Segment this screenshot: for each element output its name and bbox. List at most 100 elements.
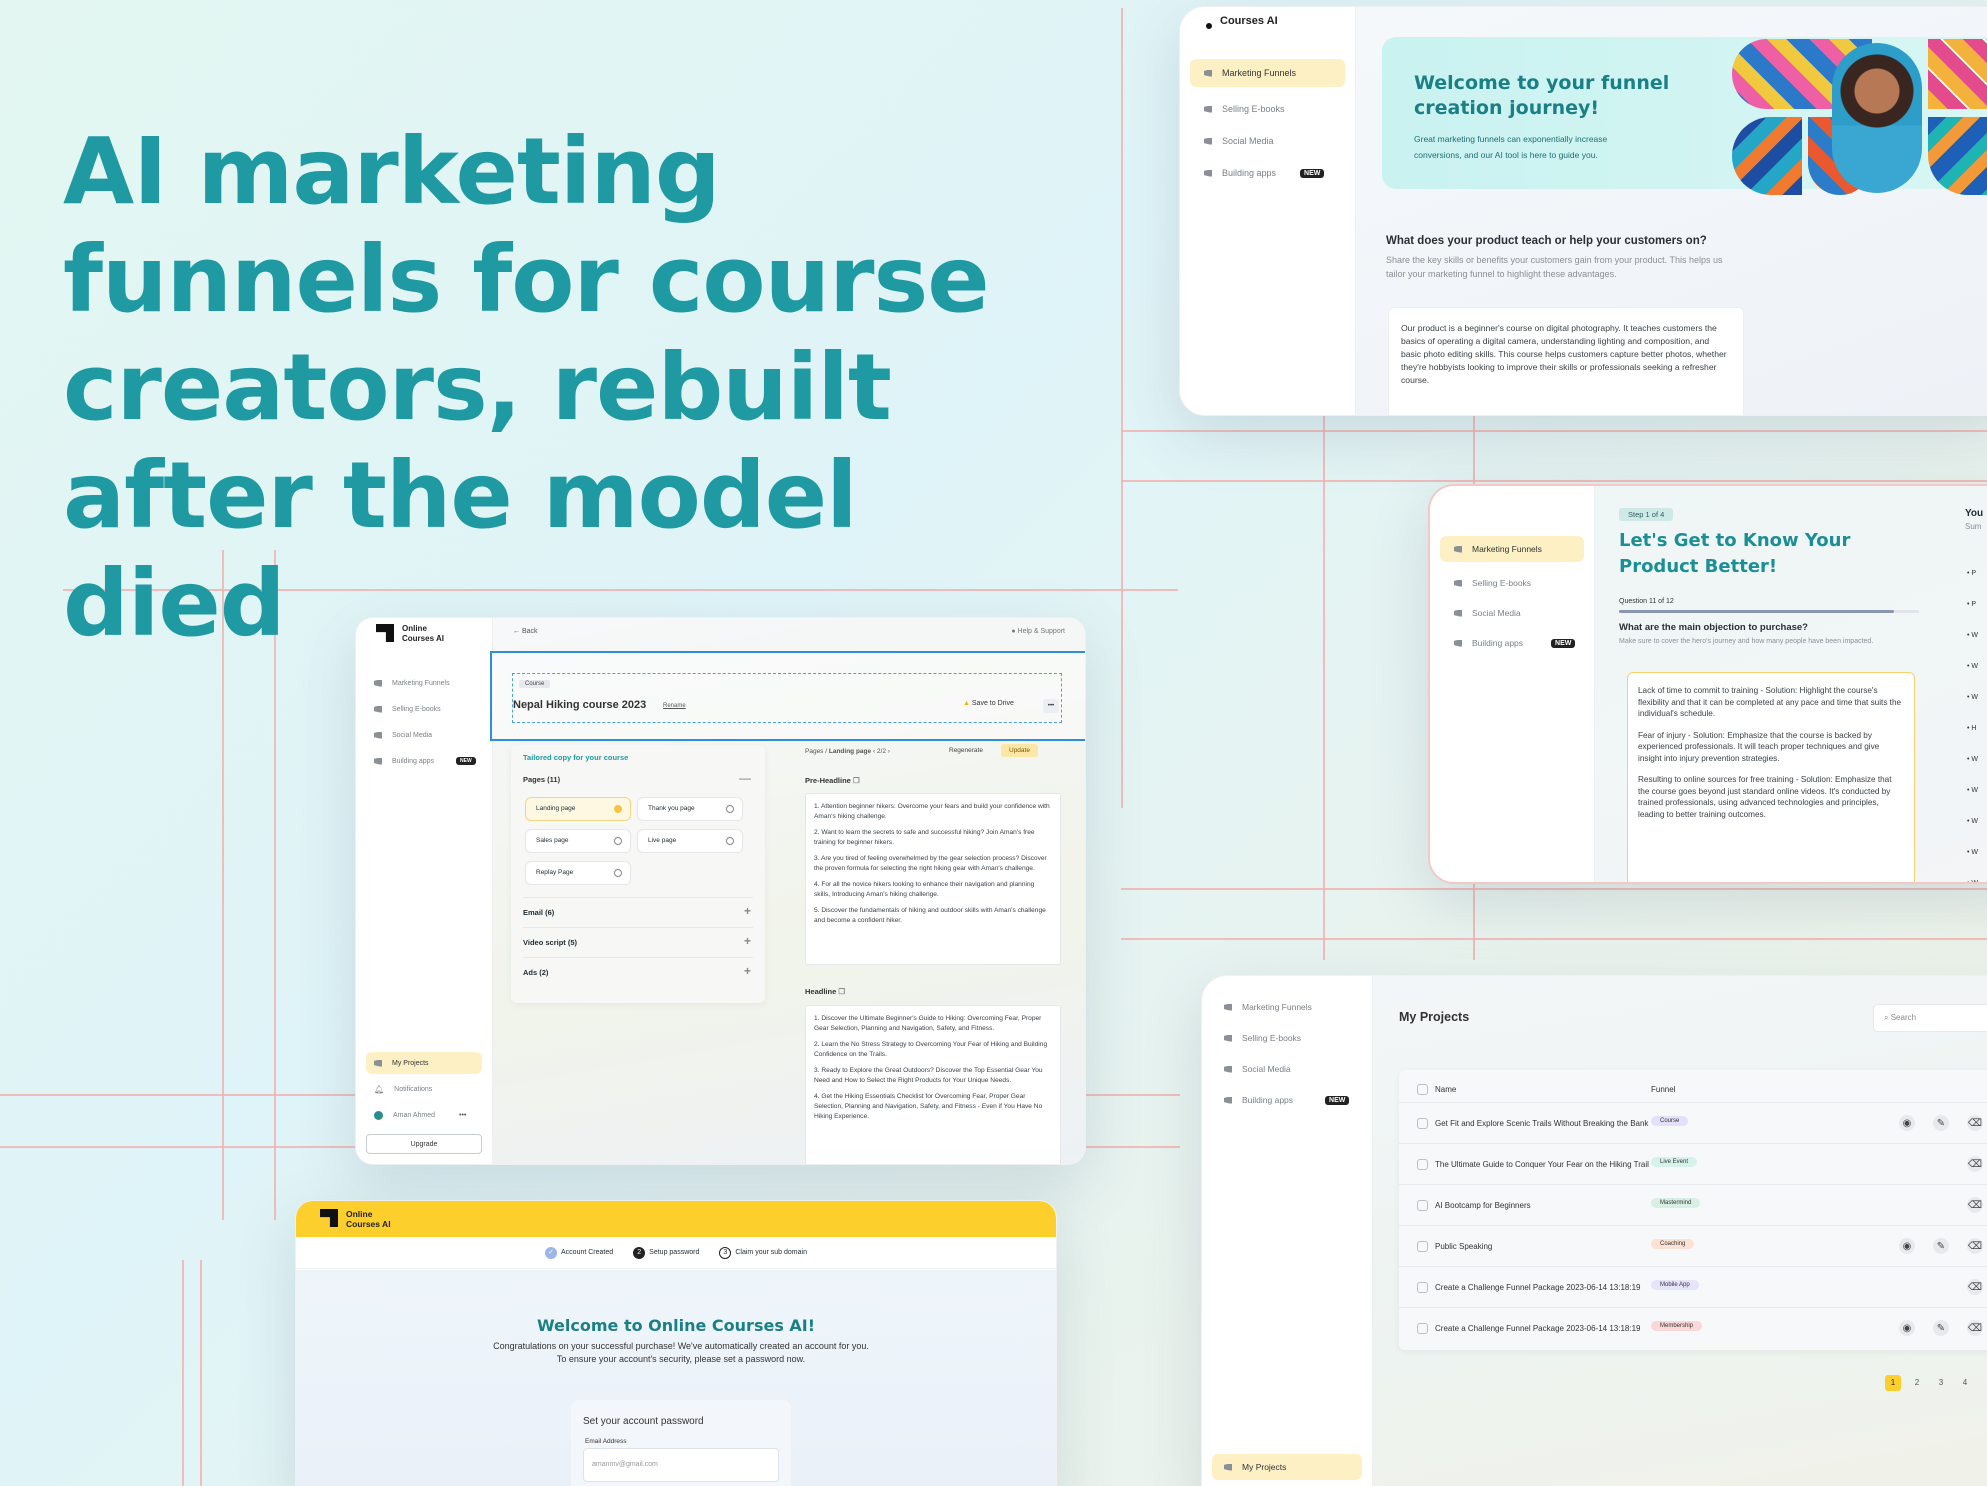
sidebar-item-marketing-funnels[interactable]: Marketing Funnels: [366, 674, 482, 692]
regenerate-button[interactable]: Regenerate: [943, 744, 989, 757]
brand-logo: Courses AI: [1206, 15, 1278, 29]
delete-icon[interactable]: ⌫: [1967, 1197, 1983, 1213]
pre-headline-box[interactable]: 1. Attention beginner hikers: Overcome y…: [805, 793, 1061, 965]
preview-icon[interactable]: ◉: [1899, 1320, 1915, 1336]
sidebar-item-marketing-funnels[interactable]: Marketing Funnels: [1212, 996, 1362, 1018]
sidebar-item-selling-ebooks[interactable]: Selling E-books: [366, 700, 482, 718]
preview-icon[interactable]: ◉: [1899, 1115, 1915, 1131]
section-email[interactable]: Email (6) +: [523, 897, 753, 923]
answer-textarea[interactable]: Our product is a beginner's course on di…: [1388, 307, 1744, 415]
help-link[interactable]: ● Help & Support: [1011, 628, 1065, 635]
megaphone-icon: [1454, 609, 1462, 617]
edit-icon[interactable]: ✎: [1933, 1320, 1949, 1336]
sidebar: Marketing Funnels Selling E-books Social…: [1430, 486, 1595, 882]
answer-paragraph: Lack of time to commit to training - Sol…: [1638, 686, 1902, 718]
headline-box[interactable]: 1. Discover the Ultimate Beginner's Guid…: [805, 1005, 1061, 1164]
answer-textarea[interactable]: Lack of time to commit to training - Sol…: [1627, 672, 1915, 882]
table-row[interactable]: The Ultimate Guide to Conquer Your Fear …: [1399, 1143, 1987, 1184]
page-card-live[interactable]: Live page: [637, 829, 743, 853]
save-to-drive-button[interactable]: ▲ Save to Drive: [963, 700, 1014, 707]
back-link[interactable]: ← Back: [513, 628, 538, 635]
copy-icon[interactable]: ❐: [838, 987, 845, 996]
edit-icon[interactable]: ✎: [1933, 1238, 1949, 1254]
search-input[interactable]: ⌕ Search: [1873, 1004, 1987, 1032]
copy-icon[interactable]: ❐: [853, 776, 860, 785]
sidebar-item-social-media[interactable]: Social Media: [1190, 129, 1345, 153]
row-checkbox[interactable]: [1417, 1118, 1428, 1129]
delete-icon[interactable]: ⌫: [1967, 1238, 1983, 1254]
page-card-thank-you[interactable]: Thank you page: [637, 797, 743, 821]
sidebar-item-label: Social Media: [1472, 608, 1521, 618]
page-title: My Projects: [1399, 1010, 1470, 1024]
table-row[interactable]: AI Bootcamp for Beginners Mastermind ⌫: [1399, 1184, 1987, 1225]
row-checkbox[interactable]: [1417, 1200, 1428, 1211]
summary-item: • H: [1967, 725, 1977, 732]
table-row[interactable]: Public Speaking Coaching ◉ ✎ ⌫: [1399, 1225, 1987, 1266]
more-icon[interactable]: •••: [459, 1112, 466, 1119]
delete-icon[interactable]: ⌫: [1967, 1279, 1983, 1295]
user-profile[interactable]: Aman Ahmed •••: [366, 1106, 482, 1124]
rename-link[interactable]: Rename: [663, 703, 686, 709]
update-button[interactable]: Update: [1001, 744, 1038, 757]
delete-icon[interactable]: ⌫: [1967, 1156, 1983, 1172]
sidebar-item-selling-ebooks[interactable]: Selling E-books: [1190, 97, 1345, 121]
breadcrumb-item[interactable]: Pages: [805, 748, 823, 755]
progress-track: [1619, 610, 1919, 613]
project-name: Create a Challenge Funnel Package 2023-0…: [1435, 1324, 1641, 1333]
sidebar-item-my-projects[interactable]: My Projects: [1212, 1454, 1362, 1480]
row-checkbox[interactable]: [1417, 1241, 1428, 1252]
delete-icon[interactable]: ⌫: [1967, 1115, 1983, 1131]
edit-icon[interactable]: ✎: [1933, 1115, 1949, 1131]
sidebar-item-building-apps[interactable]: Building apps NEW: [1440, 632, 1584, 654]
sidebar-item-building-apps[interactable]: Building apps NEW: [1190, 161, 1345, 185]
selected-radio-icon: [614, 805, 622, 813]
page-card-replay[interactable]: Replay Page: [525, 861, 631, 885]
more-options-button[interactable]: •••: [1043, 699, 1059, 713]
sidebar-item-marketing-funnels[interactable]: Marketing Funnels: [1190, 59, 1345, 87]
sidebar-item-social-media[interactable]: Social Media: [1440, 602, 1584, 624]
select-all-checkbox[interactable]: [1417, 1084, 1428, 1095]
sidebar-item-marketing-funnels[interactable]: Marketing Funnels: [1440, 536, 1584, 562]
page-card-landing[interactable]: Landing page: [525, 797, 631, 821]
plus-icon[interactable]: +: [744, 964, 751, 978]
sidebar-item-my-projects[interactable]: My Projects: [366, 1052, 482, 1074]
email-field[interactable]: amanmv@gmail.com: [583, 1448, 779, 1482]
sidebar: Marketing Funnels Selling E-books Social…: [1202, 976, 1373, 1486]
megaphone-icon: [1224, 1003, 1232, 1011]
sidebar-item-social-media[interactable]: Social Media: [366, 726, 482, 744]
row-checkbox[interactable]: [1417, 1159, 1428, 1170]
sidebar-item-social-media[interactable]: Social Media: [1212, 1058, 1362, 1080]
table-row[interactable]: Get Fit and Explore Scenic Trails Withou…: [1399, 1102, 1987, 1143]
sidebar-item-notifications[interactable]: 🔔︎ Notifications: [366, 1080, 482, 1098]
page-card-sales[interactable]: Sales page: [525, 829, 631, 853]
delete-icon[interactable]: ⌫: [1967, 1320, 1983, 1336]
sidebar-item-building-apps[interactable]: Building apps NEW: [1212, 1089, 1362, 1111]
sidebar-item-selling-ebooks[interactable]: Selling E-books: [1212, 1027, 1362, 1049]
new-badge: NEW: [1551, 638, 1576, 648]
row-checkbox[interactable]: [1417, 1323, 1428, 1334]
hero-illustration: [1732, 39, 1987, 195]
sidebar-item-building-apps[interactable]: Building apps NEW: [366, 752, 482, 770]
section-ads[interactable]: Ads (2) +: [523, 957, 753, 983]
table-row[interactable]: Create a Challenge Funnel Package 2023-0…: [1399, 1266, 1987, 1307]
plus-icon[interactable]: +: [744, 934, 751, 948]
sidebar-item-selling-ebooks[interactable]: Selling E-books: [1440, 572, 1584, 594]
section-video-script[interactable]: Video script (5) +: [523, 927, 753, 953]
sidebar-item-label: Selling E-books: [1472, 578, 1532, 588]
course-title: Nepal Hiking course 2023: [513, 699, 647, 711]
plus-icon[interactable]: +: [744, 904, 751, 918]
pager[interactable]: ‹ 2/2 ›: [873, 748, 890, 755]
row-checkbox[interactable]: [1417, 1282, 1428, 1293]
page-button-3[interactable]: 3: [1933, 1375, 1949, 1391]
table-row[interactable]: Create a Challenge Funnel Package 2023-0…: [1399, 1307, 1987, 1348]
product-questionnaire-window: Marketing Funnels Selling E-books Social…: [1428, 484, 1987, 884]
page-button-1[interactable]: 1: [1885, 1375, 1901, 1391]
upgrade-button[interactable]: Upgrade: [366, 1134, 482, 1154]
onboarding-window: Online Courses AI ✓ Account Created 2 Setup…: [295, 1200, 1057, 1486]
preview-icon[interactable]: ◉: [1899, 1238, 1915, 1254]
page-button-2[interactable]: 2: [1909, 1375, 1925, 1391]
collapse-icon[interactable]: —: [739, 771, 751, 785]
page-button-4[interactable]: 4: [1957, 1375, 1973, 1391]
megaphone-icon: [374, 679, 382, 687]
megaphone-icon: [1224, 1065, 1232, 1073]
